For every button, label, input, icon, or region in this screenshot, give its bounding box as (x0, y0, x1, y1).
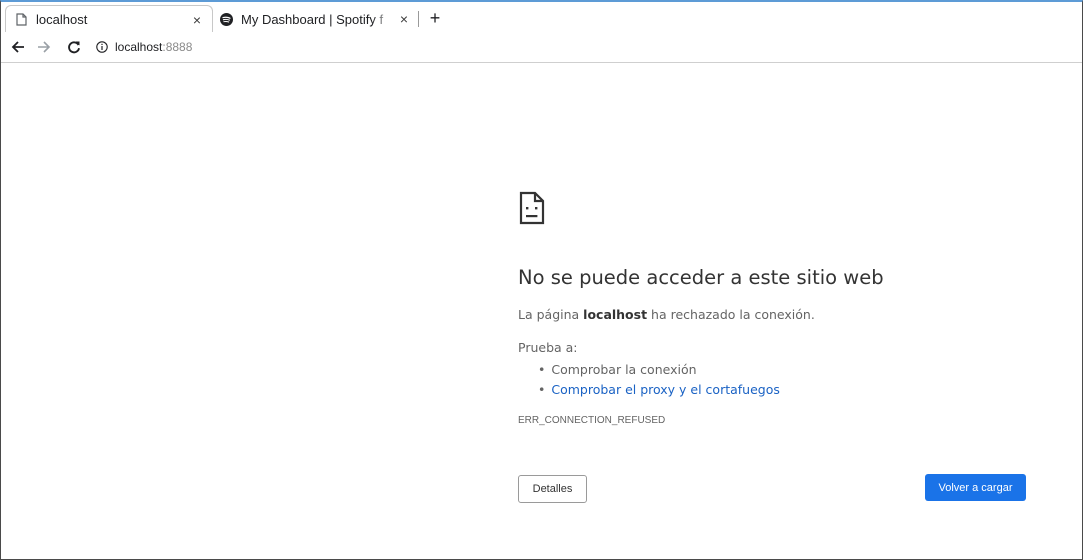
tab-localhost[interactable]: localhost × (5, 5, 213, 33)
url-port: :8888 (162, 40, 193, 54)
forward-button[interactable] (33, 36, 55, 58)
tab-spotify-dashboard[interactable]: My Dashboard | Spotify f × (213, 5, 419, 33)
error-page: No se puede acceder a este sitio web La … (1, 64, 1082, 559)
desc-host: localhost (583, 307, 648, 322)
tab-title: localhost (36, 12, 88, 27)
error-code: ERR_CONNECTION_REFUSED (518, 415, 666, 426)
new-tab-button[interactable]: + (425, 8, 445, 28)
tab-title: My Dashboard | Spotify f (241, 11, 384, 27)
details-button[interactable]: Detalles (518, 475, 587, 503)
suggestion-check-proxy[interactable]: Comprobar el proxy y el cortafuegos (539, 380, 780, 400)
suggestions-heading: Prueba a: (518, 340, 578, 355)
reload-button[interactable] (63, 36, 85, 58)
spotify-icon (219, 12, 233, 26)
back-button[interactable] (7, 36, 29, 58)
arrow-right-icon (38, 41, 51, 53)
reload-icon (68, 41, 80, 54)
suggestion-link[interactable]: Comprobar el proxy y el cortafuegos (551, 382, 780, 397)
desc-suffix: ha rechazado la conexión. (647, 307, 815, 322)
close-icon[interactable]: × (395, 10, 413, 28)
reload-page-button[interactable]: Volver a cargar (925, 474, 1026, 501)
browser-window: localhost × My Dashboard | Spotify f × +… (0, 0, 1083, 560)
suggestion-check-connection: Comprobar la conexión (539, 360, 780, 380)
address-bar[interactable]: localhost:8888 (115, 40, 192, 54)
suggestion-text: Comprobar la conexión (551, 362, 697, 377)
url-host: localhost (115, 40, 163, 54)
error-title: No se puede acceder a este sitio web (518, 266, 884, 289)
close-icon[interactable]: × (188, 11, 206, 29)
suggestions-list: Comprobar la conexión Comprobar el proxy… (539, 360, 780, 400)
toolbar: localhost:8888 (1, 32, 1082, 63)
error-description: La página localhost ha rechazado la cone… (518, 307, 815, 322)
tab-separator (418, 11, 419, 27)
desc-prefix: La página (518, 307, 584, 322)
tab-strip: localhost × My Dashboard | Spotify f × + (1, 2, 1082, 33)
page-icon (14, 13, 28, 27)
sad-page-icon (519, 191, 545, 225)
arrow-left-icon (11, 41, 24, 53)
info-icon[interactable] (95, 40, 109, 54)
